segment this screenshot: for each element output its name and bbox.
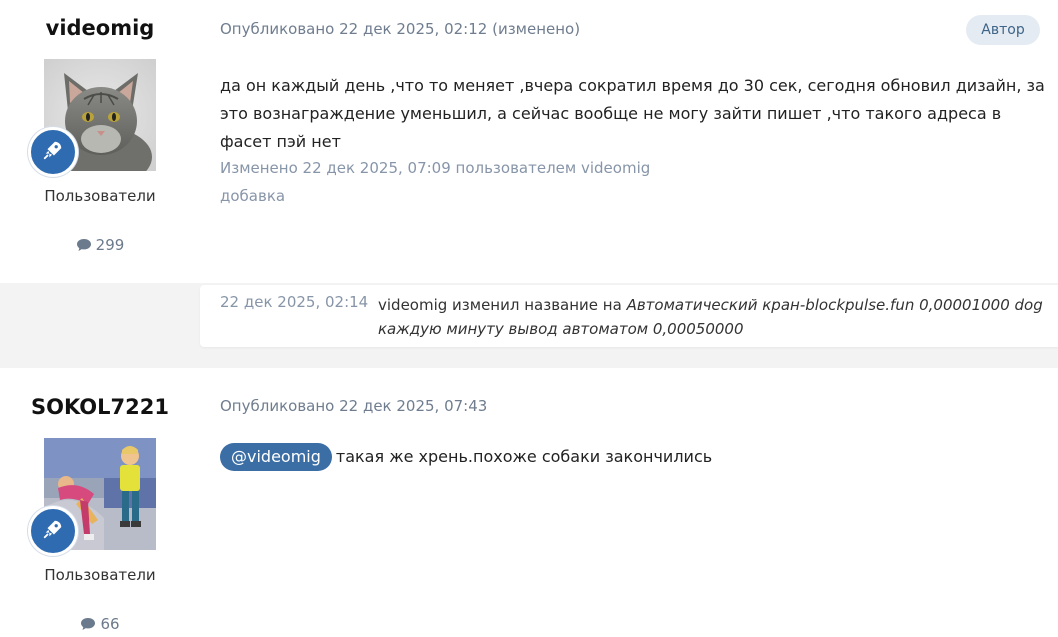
mention-link[interactable]: @videomig <box>220 443 332 471</box>
post-date[interactable]: Опубликовано 22 дек 2025, 07:43 <box>220 397 487 415</box>
post-videomig: videomig Пользователи 299 Опубликовано 2… <box>0 0 1058 283</box>
post-content: @videomig такая же хрень.похоже собаки за… <box>220 443 1050 471</box>
post-date[interactable]: Опубликовано 22 дек 2025, 02:12 (изменен… <box>220 20 580 38</box>
post-text: такая же хрень.похоже собаки закончились <box>335 447 713 466</box>
rocket-icon <box>42 518 64 544</box>
post-count[interactable]: 299 <box>0 236 200 256</box>
comment-icon <box>80 617 96 635</box>
edit-reason: добавка <box>220 187 286 205</box>
post-count[interactable]: 66 <box>0 615 200 635</box>
post-sokol7221: SOKOL7221 Пользователи 66 Опубликовано 2… <box>0 368 1058 637</box>
event-time[interactable]: 22 дек 2025, 02:14 <box>220 293 368 311</box>
edited-note: Изменено 22 дек 2025, 07:09 пользователе… <box>220 159 651 177</box>
rocket-icon <box>42 139 64 165</box>
user-group: Пользователи <box>44 187 156 205</box>
author-name[interactable]: SOKOL7221 <box>0 395 200 419</box>
event-text: videomig изменил название на Автоматичес… <box>378 293 1058 341</box>
title-change-event: 22 дек 2025, 02:14 videomig изменил назв… <box>200 285 1058 347</box>
rank-badge <box>28 506 78 556</box>
author-name[interactable]: videomig <box>0 16 200 40</box>
post-count-value: 299 <box>95 236 125 254</box>
post-count-value: 66 <box>100 615 120 633</box>
post-content: да он каждый день ,что то меняет ,вчера … <box>220 76 1045 151</box>
comment-icon <box>76 238 92 256</box>
event-description: videomig изменил название на <box>378 296 622 314</box>
rank-badge <box>28 127 78 177</box>
author-badge: Автор <box>966 15 1040 45</box>
user-group: Пользователи <box>44 566 156 584</box>
